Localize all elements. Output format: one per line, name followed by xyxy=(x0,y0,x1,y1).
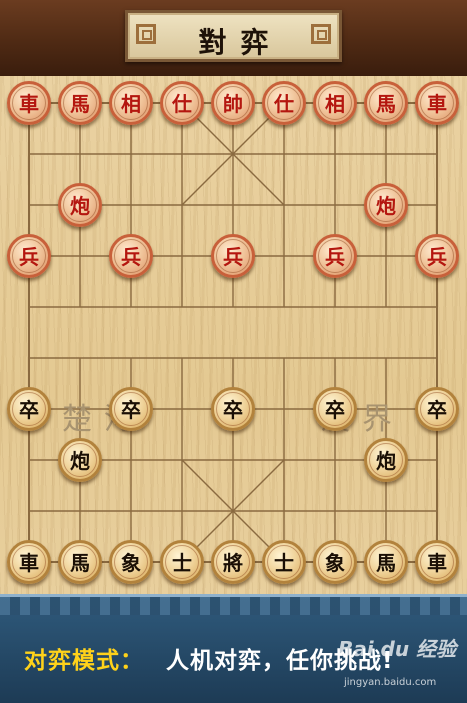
red-piece[interactable]: 仕 xyxy=(262,81,306,125)
red-piece[interactable]: 兵 xyxy=(7,234,51,278)
piece-label: 將 xyxy=(216,545,250,579)
red-piece[interactable]: 馬 xyxy=(364,81,408,125)
red-piece[interactable]: 馬 xyxy=(58,81,102,125)
black-piece[interactable]: 炮 xyxy=(364,438,408,482)
piece-label: 帥 xyxy=(216,86,250,120)
red-piece[interactable]: 仕 xyxy=(160,81,204,125)
piece-label: 卒 xyxy=(216,392,250,426)
piece-label: 兵 xyxy=(420,239,454,273)
black-piece[interactable]: 將 xyxy=(211,540,255,584)
piece-label: 馬 xyxy=(369,86,403,120)
red-piece[interactable]: 兵 xyxy=(415,234,459,278)
black-piece[interactable]: 卒 xyxy=(211,387,255,431)
black-piece[interactable]: 象 xyxy=(313,540,357,584)
mode-banner: 对弈模式： 人机对弈，任你挑战! Bai du 经验 jingyan.baidu… xyxy=(0,594,467,703)
piece-label: 卒 xyxy=(318,392,352,426)
banner-pattern xyxy=(0,597,467,615)
page-title: 對弈 xyxy=(198,26,283,59)
piece-label: 車 xyxy=(12,545,46,579)
title-plaque: 對弈 xyxy=(125,10,342,62)
red-piece[interactable]: 相 xyxy=(109,81,153,125)
watermark-brand: Bai du 经验 xyxy=(338,637,457,661)
piece-label: 士 xyxy=(165,545,199,579)
red-piece[interactable]: 帥 xyxy=(211,81,255,125)
black-piece[interactable]: 車 xyxy=(415,540,459,584)
red-piece[interactable]: 車 xyxy=(415,81,459,125)
board-grid xyxy=(28,102,438,563)
black-piece[interactable]: 卒 xyxy=(109,387,153,431)
black-piece[interactable]: 車 xyxy=(7,540,51,584)
red-piece[interactable]: 炮 xyxy=(364,183,408,227)
watermark-url: jingyan.baidu.com xyxy=(344,677,437,688)
piece-label: 車 xyxy=(420,545,454,579)
piece-label: 卒 xyxy=(12,392,46,426)
piece-label: 相 xyxy=(318,86,352,120)
piece-label: 象 xyxy=(114,545,148,579)
piece-label: 兵 xyxy=(318,239,352,273)
red-piece[interactable]: 兵 xyxy=(109,234,153,278)
black-piece[interactable]: 馬 xyxy=(364,540,408,584)
piece-label: 兵 xyxy=(114,239,148,273)
black-piece[interactable]: 卒 xyxy=(415,387,459,431)
piece-label: 馬 xyxy=(63,545,97,579)
chess-board[interactable]: 楚河 漢界 車馬相仕帥仕相馬車炮炮兵兵兵兵兵卒卒卒卒卒炮炮車馬象士將士象馬車 xyxy=(0,76,467,594)
piece-label: 卒 xyxy=(114,392,148,426)
red-piece[interactable]: 相 xyxy=(313,81,357,125)
piece-label: 兵 xyxy=(216,239,250,273)
piece-label: 馬 xyxy=(369,545,403,579)
piece-label: 兵 xyxy=(12,239,46,273)
piece-label: 仕 xyxy=(267,86,301,120)
black-piece[interactable]: 卒 xyxy=(7,387,51,431)
red-piece[interactable]: 兵 xyxy=(313,234,357,278)
piece-label: 炮 xyxy=(63,188,97,222)
game-header: 對弈 xyxy=(0,0,467,78)
piece-label: 炮 xyxy=(369,443,403,477)
black-piece[interactable]: 馬 xyxy=(58,540,102,584)
mode-label: 对弈模式： xyxy=(24,648,144,674)
red-piece[interactable]: 炮 xyxy=(58,183,102,227)
piece-label: 車 xyxy=(420,86,454,120)
piece-label: 士 xyxy=(267,545,301,579)
piece-label: 炮 xyxy=(63,443,97,477)
red-piece[interactable]: 車 xyxy=(7,81,51,125)
piece-label: 馬 xyxy=(63,86,97,120)
meander-ornament-icon xyxy=(311,24,331,44)
black-piece[interactable]: 士 xyxy=(160,540,204,584)
black-piece[interactable]: 象 xyxy=(109,540,153,584)
black-piece[interactable]: 士 xyxy=(262,540,306,584)
piece-label: 象 xyxy=(318,545,352,579)
piece-label: 車 xyxy=(12,86,46,120)
piece-label: 相 xyxy=(114,86,148,120)
piece-label: 炮 xyxy=(369,188,403,222)
piece-label: 卒 xyxy=(420,392,454,426)
black-piece[interactable]: 炮 xyxy=(58,438,102,482)
black-piece[interactable]: 卒 xyxy=(313,387,357,431)
piece-label: 仕 xyxy=(165,86,199,120)
red-piece[interactable]: 兵 xyxy=(211,234,255,278)
